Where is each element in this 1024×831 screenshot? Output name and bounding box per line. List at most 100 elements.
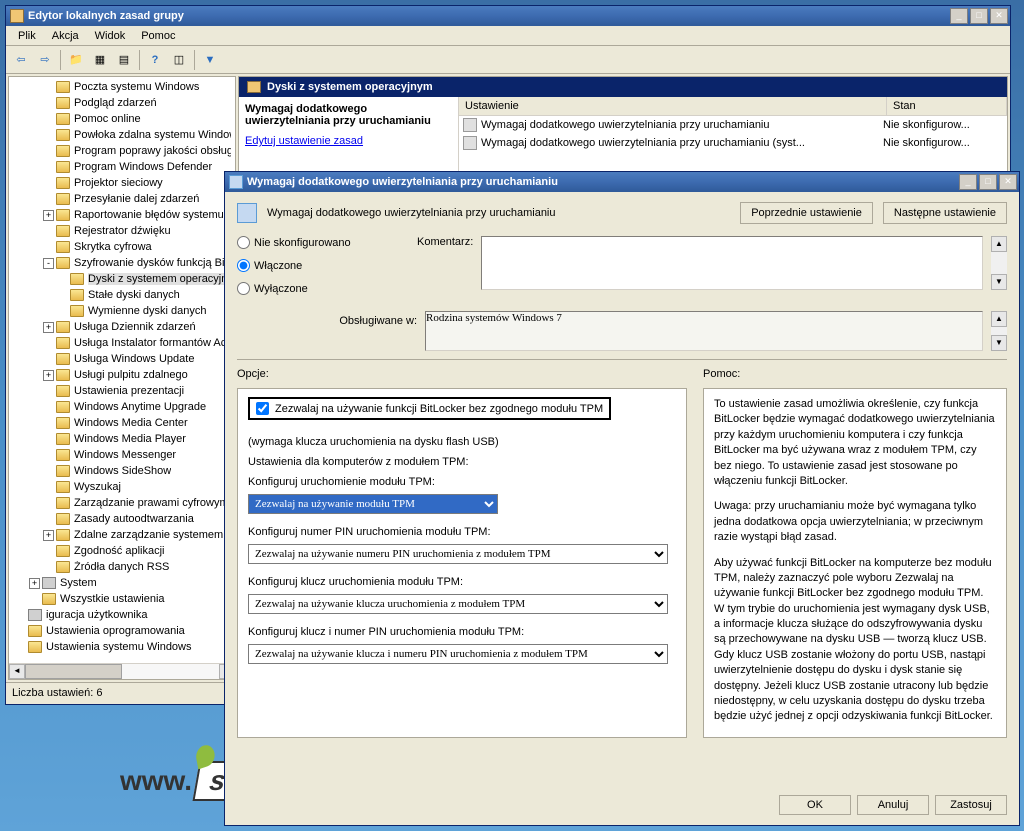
forward-button[interactable]: ⇨ — [34, 49, 56, 71]
ok-button[interactable]: OK — [779, 795, 851, 815]
allow-without-tpm-checkbox[interactable] — [256, 402, 269, 415]
tree-node[interactable]: +Usługi pulpitu zdalnego — [11, 367, 233, 383]
tree-content[interactable]: Poczta systemu WindowsPodgląd zdarzeńPom… — [9, 77, 235, 659]
tree-node[interactable]: +Raportowanie błędów systemu Windo — [11, 207, 233, 223]
comment-input[interactable] — [481, 236, 983, 290]
tree-node[interactable]: -Szyfrowanie dysków funkcją BitLocker — [11, 255, 233, 271]
menu-action[interactable]: Akcja — [44, 28, 87, 44]
expand-icon[interactable]: + — [43, 322, 54, 333]
tree-node[interactable]: Ustawienia oprogramowania — [11, 623, 233, 639]
tree-node[interactable]: Skrytka cyfrowa — [11, 239, 233, 255]
tree-node[interactable]: Windows Messenger — [11, 447, 233, 463]
cfg-tpm-pin-select[interactable]: Zezwalaj na używanie numeru PIN uruchomi… — [248, 544, 668, 564]
setting-row[interactable]: Wymagaj dodatkowego uwierzytelniania prz… — [459, 116, 1007, 134]
tree-node[interactable]: Źródła danych RSS — [11, 559, 233, 575]
tree-node[interactable]: Windows Media Player — [11, 431, 233, 447]
menu-help[interactable]: Pomoc — [133, 28, 183, 44]
up-folder-button[interactable]: 📁 — [65, 49, 87, 71]
tree-node[interactable]: Stałe dyski danych — [11, 287, 233, 303]
tree-node[interactable]: Przesyłanie dalej zdarzeń — [11, 191, 233, 207]
column-setting[interactable]: Ustawienie — [459, 97, 887, 115]
allow-without-tpm-label[interactable]: Zezwalaj na używanie funkcji BitLocker b… — [275, 403, 603, 415]
tree-node[interactable]: Usługa Windows Update — [11, 351, 233, 367]
toggle-button[interactable]: ◫ — [168, 49, 190, 71]
radio-not-configured-label[interactable]: Nie skonfigurowano — [254, 237, 351, 249]
cfg-tpm-keypin-select[interactable]: Zezwalaj na używanie klucza i numeru PIN… — [248, 644, 668, 664]
scroll-left-button[interactable]: ◄ — [9, 664, 25, 679]
scroll-thumb[interactable] — [25, 664, 122, 679]
maximize-button[interactable]: □ — [970, 8, 988, 24]
export-button[interactable]: ▤ — [113, 49, 135, 71]
tree-node[interactable]: Usługa Instalator formantów ActiveX — [11, 335, 233, 351]
scroll-down-button[interactable]: ▼ — [991, 335, 1007, 351]
edit-setting-link[interactable]: Edytuj ustawienie zasad — [245, 135, 363, 147]
radio-enabled[interactable] — [237, 259, 250, 272]
tree-node[interactable]: Ustawienia prezentacji — [11, 383, 233, 399]
tree-node[interactable]: Pomoc online — [11, 111, 233, 127]
tree-node[interactable]: Windows SideShow — [11, 463, 233, 479]
tree-node[interactable]: Poczta systemu Windows — [11, 79, 233, 95]
cancel-button[interactable]: Anuluj — [857, 795, 929, 815]
supported-scrollbar[interactable]: ▲ ▼ — [991, 311, 1007, 351]
scroll-track[interactable] — [25, 664, 219, 679]
filter-button[interactable]: ▼ — [199, 49, 221, 71]
radio-not-configured[interactable] — [237, 236, 250, 249]
minimize-button[interactable]: _ — [950, 8, 968, 24]
dialog-close-button[interactable]: ✕ — [999, 174, 1017, 190]
tree-node[interactable]: Podgląd zdarzeń — [11, 95, 233, 111]
folder-icon — [56, 161, 70, 173]
tree-node[interactable]: Wyszukaj — [11, 479, 233, 495]
back-button[interactable]: ⇦ — [10, 49, 32, 71]
radio-disabled[interactable] — [237, 282, 250, 295]
column-state[interactable]: Stan — [887, 97, 1007, 115]
tree-node[interactable]: Dyski z systemem operacyjnym — [11, 271, 233, 287]
radio-enabled-label[interactable]: Włączone — [254, 260, 302, 272]
tree-node[interactable]: Ustawienia systemu Windows — [11, 639, 233, 655]
folder-icon — [70, 273, 84, 285]
horizontal-scrollbar[interactable]: ◄ ► — [9, 663, 235, 679]
tree-node[interactable]: +Usługa Dziennik zdarzeń — [11, 319, 233, 335]
dialog-titlebar[interactable]: Wymagaj dodatkowego uwierzytelniania prz… — [225, 172, 1019, 192]
menu-view[interactable]: Widok — [87, 28, 134, 44]
tree-node[interactable]: Zasady autoodtwarzania — [11, 511, 233, 527]
help-button[interactable]: ? — [144, 49, 166, 71]
setting-row[interactable]: Wymagaj dodatkowego uwierzytelniania prz… — [459, 134, 1007, 152]
tree-node[interactable]: Windows Media Center — [11, 415, 233, 431]
scroll-up-button[interactable]: ▲ — [991, 236, 1007, 252]
dialog-minimize-button[interactable]: _ — [959, 174, 977, 190]
tree-node[interactable]: Zarządzanie prawami cyfrowymi (DRM — [11, 495, 233, 511]
expand-icon[interactable]: + — [29, 578, 40, 589]
titlebar[interactable]: Edytor lokalnych zasad grupy _ □ ✕ — [6, 6, 1010, 26]
next-setting-button[interactable]: Następne ustawienie — [883, 202, 1007, 224]
tree-node[interactable]: Program Windows Defender — [11, 159, 233, 175]
tree-label: Program poprawy jakości obsługi klien — [74, 145, 231, 157]
dialog-maximize-button[interactable]: □ — [979, 174, 997, 190]
tree-node[interactable]: Projektor sieciowy — [11, 175, 233, 191]
scroll-down-button[interactable]: ▼ — [991, 274, 1007, 290]
tree-node[interactable]: Wymienne dyski danych — [11, 303, 233, 319]
tree-node[interactable]: Powłoka zdalna systemu Windows — [11, 127, 233, 143]
cfg-tpm-startup-select[interactable]: Zezwalaj na używanie modułu TPM — [248, 494, 498, 514]
close-button[interactable]: ✕ — [990, 8, 1008, 24]
apply-button[interactable]: Zastosuj — [935, 795, 1007, 815]
comment-scrollbar[interactable]: ▲ ▼ — [991, 236, 1007, 290]
tree-node[interactable]: iguracja użytkownika — [11, 607, 233, 623]
scroll-up-button[interactable]: ▲ — [991, 311, 1007, 327]
cfg-tpm-key-select[interactable]: Zezwalaj na używanie klucza uruchomienia… — [248, 594, 668, 614]
tree-node[interactable]: Windows Anytime Upgrade — [11, 399, 233, 415]
tree-node[interactable]: Rejestrator dźwięku — [11, 223, 233, 239]
radio-disabled-label[interactable]: Wyłączone — [254, 283, 308, 295]
expand-icon[interactable]: + — [43, 530, 54, 541]
menu-file[interactable]: Plik — [10, 28, 44, 44]
help-panel[interactable]: To ustawienie zasad umożliwia określenie… — [703, 388, 1007, 738]
tree-node[interactable]: Wszystkie ustawienia — [11, 591, 233, 607]
previous-setting-button[interactable]: Poprzednie ustawienie — [740, 202, 873, 224]
tree-node[interactable]: +System — [11, 575, 233, 591]
expand-icon[interactable]: + — [43, 370, 54, 381]
properties-button[interactable]: ▦ — [89, 49, 111, 71]
tree-node[interactable]: +Zdalne zarządzanie systemem Window — [11, 527, 233, 543]
collapse-icon[interactable]: - — [43, 258, 54, 269]
tree-node[interactable]: Program poprawy jakości obsługi klien — [11, 143, 233, 159]
expand-icon[interactable]: + — [43, 210, 54, 221]
tree-node[interactable]: Zgodność aplikacji — [11, 543, 233, 559]
